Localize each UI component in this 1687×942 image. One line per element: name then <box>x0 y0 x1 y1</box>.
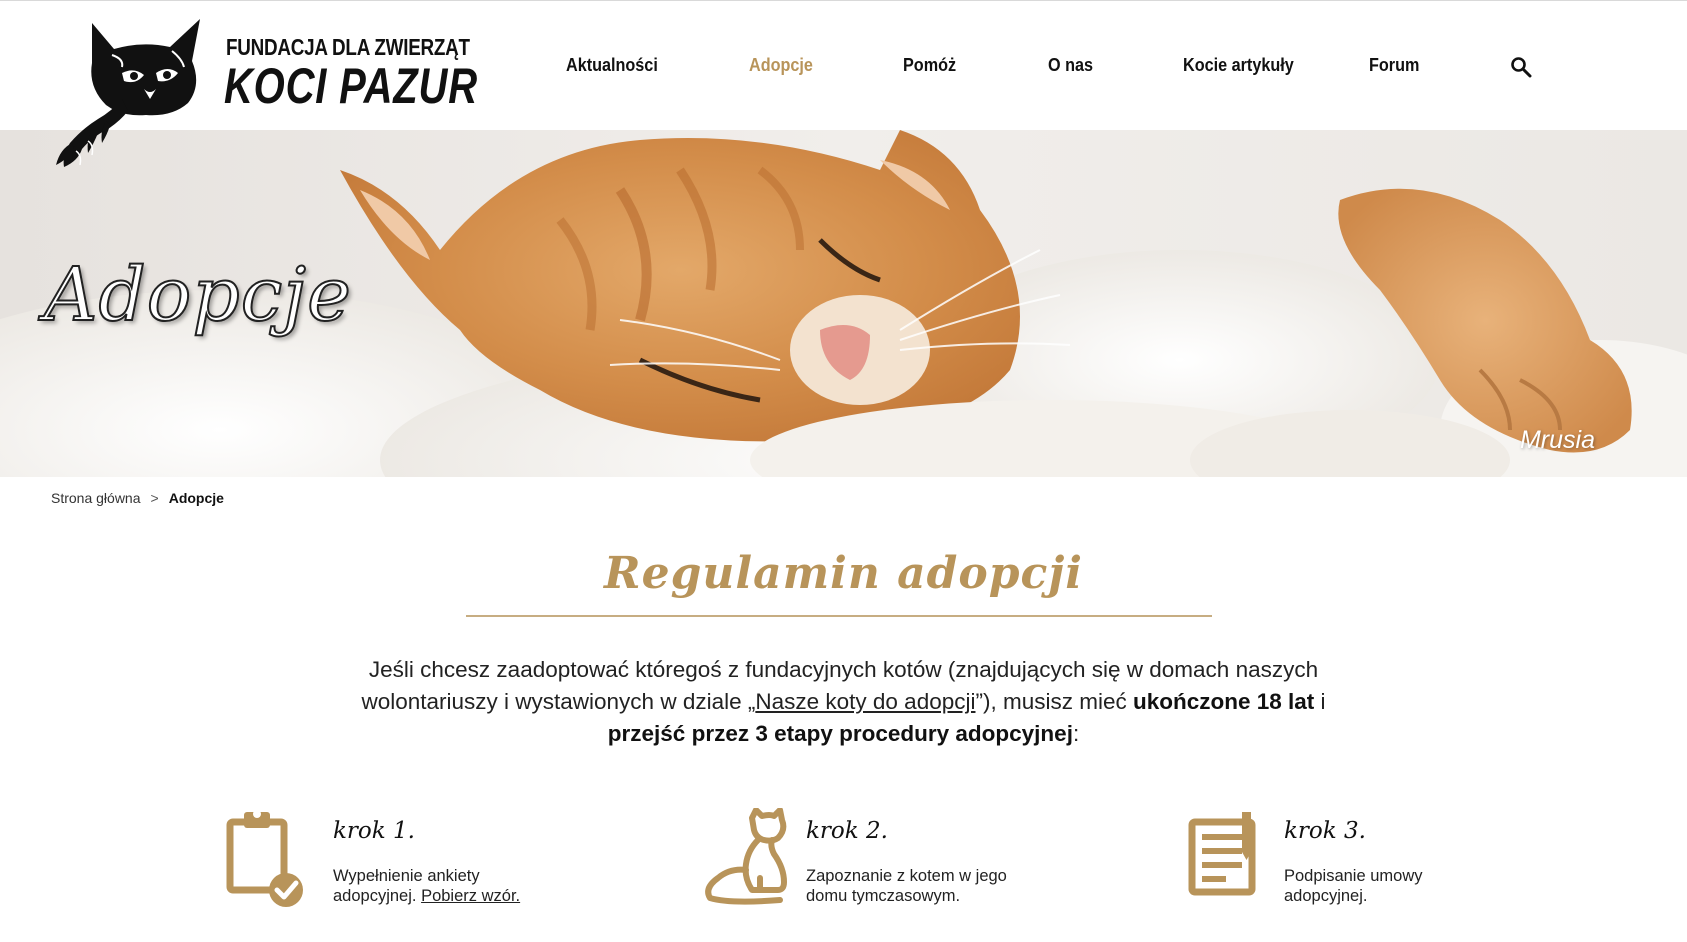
site-header: FUNDACJA DLA ZWIERZĄT KOCI PAZUR Aktualn… <box>0 0 1687 167</box>
step-2-description: Zapoznanie z kotem w jego domu tymczasow… <box>806 867 1007 905</box>
cat-logo-icon <box>56 19 200 167</box>
intro-paragraph: Jeśli chcesz zaadoptować któregoś z fund… <box>340 654 1347 750</box>
intro-text-part3: i <box>1314 689 1326 714</box>
download-template-link[interactable]: Pobierz wzór. <box>421 887 520 905</box>
nav-item-kocie-artykuly[interactable]: Kocie artykuły <box>1183 55 1294 76</box>
adoptable-cats-link[interactable]: Nasze koty do adopcji <box>755 689 975 714</box>
title-divider <box>466 615 1212 617</box>
step-1-description: Wypełnienie ankiety adopcyjnej. Pobierz … <box>333 866 553 906</box>
step-3-description: Podpisanie umowy adopcyjnej. <box>1284 867 1423 905</box>
logo-text-main: KOCI PAZUR <box>224 58 478 114</box>
nav-item-adopcje[interactable]: Adopcje <box>749 55 813 76</box>
breadcrumb: Strona główna > Adopcje <box>51 490 224 506</box>
nav-item-o-nas[interactable]: O nas <box>1048 55 1093 76</box>
step-3-title: krok 3. <box>1284 818 1366 844</box>
intro-bold-procedure: przejść przez 3 etapy procedury adopcyjn… <box>607 721 1073 746</box>
intro-text-part4: : <box>1072 721 1080 746</box>
site-logo[interactable]: FUNDACJA DLA ZWIERZĄT KOCI PAZUR <box>52 15 477 185</box>
nav-item-aktualnosci[interactable]: Aktualności <box>566 55 658 76</box>
step-1-title: krok 1. <box>333 818 415 844</box>
breadcrumb-current: Adopcje <box>168 490 224 506</box>
clipboard-check-icon <box>226 810 303 907</box>
nav-item-pomoz[interactable]: Pomóż <box>903 55 956 76</box>
step-2-title: krok 2. <box>806 818 888 844</box>
hero-photo-caption: Mrusia <box>1519 426 1595 454</box>
breadcrumb-separator: > <box>150 490 159 506</box>
nav-item-forum[interactable]: Forum <box>1369 55 1419 76</box>
intro-bold-age: ukończone 18 lat <box>1132 689 1315 714</box>
section-title: Regulamin adopcji <box>604 548 1083 599</box>
breadcrumb-home-link[interactable]: Strona główna <box>51 490 141 506</box>
contract-document-icon <box>1188 812 1256 896</box>
hero-title: Adopcje <box>43 251 352 339</box>
search-icon[interactable] <box>1510 56 1532 78</box>
sitting-cat-icon <box>705 808 787 905</box>
intro-text-part2: ”), musisz mieć <box>975 689 1133 714</box>
